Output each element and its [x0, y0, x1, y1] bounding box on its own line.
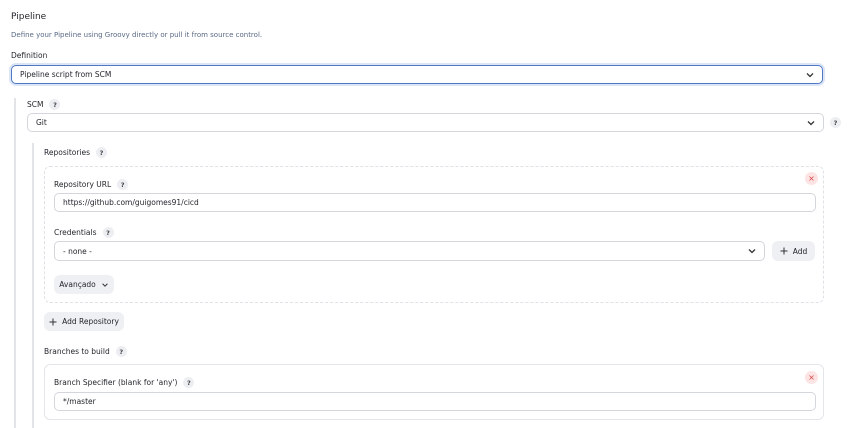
definition-label: Definition [11, 51, 48, 60]
chevron-down-icon [748, 249, 756, 254]
remove-branch-button[interactable]: × [805, 371, 818, 384]
advanced-label: Avançado [59, 280, 96, 289]
plus-icon [49, 318, 57, 325]
advanced-button[interactable]: Avançado [54, 275, 114, 294]
nesting-line [14, 98, 16, 428]
repository-url-input[interactable]: https://github.com/guigomes91/cicd [54, 193, 816, 212]
repository-url-value: https://github.com/guigomes91/cicd [63, 198, 199, 207]
credentials-label-row: Credentials ? [54, 227, 114, 238]
chevron-down-icon [806, 72, 814, 77]
branches-help-icon[interactable]: ? [115, 346, 127, 357]
remove-repository-button[interactable]: × [805, 172, 818, 185]
credentials-select-value: - none - [63, 246, 92, 256]
chevron-down-icon [807, 120, 815, 125]
branch-specifier-help-icon[interactable]: ? [183, 377, 195, 388]
definition-select[interactable]: Pipeline script from SCM [11, 65, 823, 84]
section-description: Define your Pipeline using Groovy direct… [11, 31, 263, 39]
branch-panel: × Branch Specifier (blank for 'any') ? *… [44, 364, 824, 420]
repository-url-help-icon[interactable]: ? [117, 179, 129, 190]
branch-specifier-input[interactable]: */master [54, 392, 816, 411]
repository-url-label-row: Repository URL ? [54, 179, 129, 190]
branches-label-row: Branches to build ? [44, 346, 127, 357]
scm-nesting-line [32, 143, 34, 428]
repository-panel: × Repository URL ? https://github.com/gu… [44, 166, 824, 303]
scm-label: SCM [27, 100, 44, 109]
add-repository-button[interactable]: Add Repository [44, 312, 124, 331]
scm-select[interactable]: Git [27, 113, 824, 132]
definition-select-value: Pipeline script from SCM [20, 70, 112, 79]
scm-label-row: SCM ? [27, 99, 61, 110]
chevron-down-icon [102, 282, 108, 287]
add-credentials-label: Add [792, 246, 808, 256]
repositories-label: Repositories [44, 148, 91, 157]
plus-icon [780, 247, 788, 255]
add-repository-label: Add Repository [62, 317, 119, 326]
repositories-label-row: Repositories ? [44, 147, 108, 158]
scm-select-value: Git [36, 118, 47, 127]
repository-url-label: Repository URL [54, 180, 112, 189]
section-title: Pipeline [11, 12, 47, 22]
scm-select-help-icon[interactable]: ? [830, 117, 841, 128]
credentials-select[interactable]: - none - [54, 241, 765, 261]
branch-specifier-label-row: Branch Specifier (blank for 'any') ? [54, 377, 195, 388]
repositories-help-icon[interactable]: ? [96, 147, 108, 158]
scm-help-icon[interactable]: ? [49, 99, 61, 110]
branch-specifier-value: */master [63, 397, 96, 406]
branch-specifier-label: Branch Specifier (blank for 'any') [54, 378, 178, 387]
credentials-help-icon[interactable]: ? [102, 227, 114, 238]
add-credentials-button[interactable]: Add [772, 241, 815, 261]
branches-label: Branches to build [44, 347, 110, 356]
credentials-label: Credentials [54, 228, 97, 237]
